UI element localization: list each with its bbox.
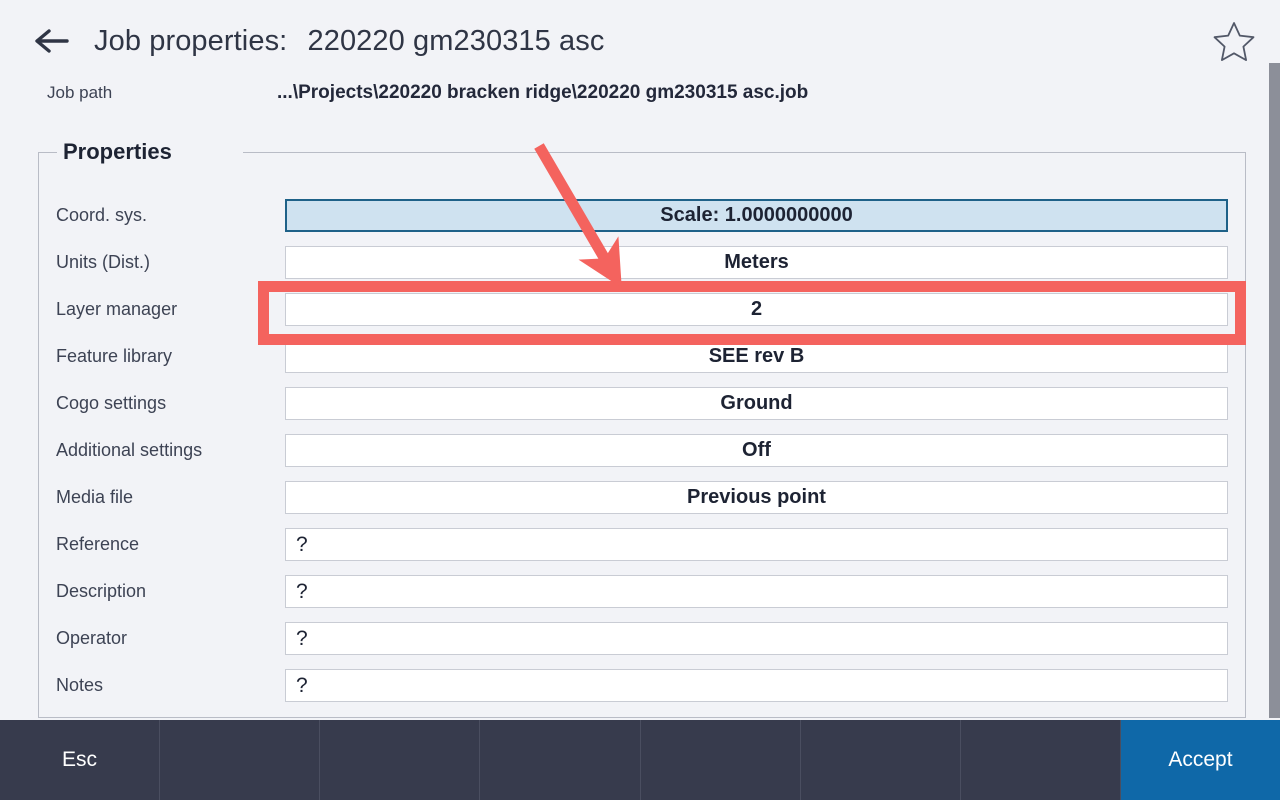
page-title-job-name: 220220 gm230315 asc <box>307 24 605 57</box>
property-value-field[interactable]: ? <box>285 528 1228 561</box>
property-value-field[interactable]: Previous point <box>285 481 1228 514</box>
job-path-label: Job path <box>47 83 113 102</box>
properties-group: Properties Coord. sys. Scale: 1.000000000… <box>38 137 1246 718</box>
toolbar-button-accept[interactable]: Accept <box>1120 720 1280 800</box>
toolbar-button-empty-5[interactable] <box>801 720 961 800</box>
property-row: Media file Previous point <box>39 474 1245 521</box>
toolbar-button-empty-3[interactable] <box>480 720 641 800</box>
toolbar-button-empty-4[interactable] <box>641 720 801 800</box>
property-row: Notes? <box>39 662 1245 709</box>
back-button[interactable] <box>30 18 76 64</box>
app-header: Job properties: 220220 gm230315 asc <box>0 0 1280 82</box>
property-value-field[interactable]: 2 <box>285 293 1228 326</box>
property-row: Units (Dist.) Meters <box>39 239 1245 286</box>
property-row: Operator? <box>39 615 1245 662</box>
property-label: Operator <box>56 628 128 648</box>
arrow-left-icon <box>35 29 69 53</box>
property-value-field[interactable]: Off <box>285 434 1228 467</box>
property-row: Reference? <box>39 521 1245 568</box>
page-title-prefix: Job properties: <box>94 24 288 57</box>
property-label: Units (Dist.) <box>56 252 150 272</box>
property-row: Layer manager 2 <box>39 286 1245 333</box>
job-path-row: Job path ...\Projects\220220 bracken rid… <box>0 82 1280 126</box>
favorite-button[interactable] <box>1210 17 1258 65</box>
vertical-scrollbar[interactable] <box>1269 63 1280 718</box>
toolbar-button-empty-1[interactable] <box>160 720 321 800</box>
star-outline-icon <box>1213 22 1255 61</box>
property-label: Cogo settings <box>56 393 167 413</box>
property-label: Layer manager <box>56 299 178 319</box>
property-value-field[interactable]: ? <box>285 669 1228 702</box>
property-label: Description <box>56 581 147 601</box>
property-label: Reference <box>56 534 140 554</box>
job-path-value: ...\Projects\220220 bracken ridge\220220… <box>277 82 809 103</box>
toolbar-button-empty-6[interactable] <box>961 720 1121 800</box>
property-value-field[interactable]: SEE rev B <box>285 340 1228 373</box>
property-row: Description? <box>39 568 1245 615</box>
property-value-field[interactable]: Meters <box>285 246 1228 279</box>
property-value-field[interactable]: Ground <box>285 387 1228 420</box>
property-label: Feature library <box>56 346 173 366</box>
property-row: Coord. sys. Scale: 1.0000000000 <box>39 192 1245 239</box>
property-value-field[interactable]: Scale: 1.0000000000 <box>285 199 1228 232</box>
toolbar-button-empty-2[interactable] <box>320 720 481 800</box>
property-value-field[interactable]: ? <box>285 622 1228 655</box>
property-value-field[interactable]: ? <box>285 575 1228 608</box>
property-row: Feature library SEE rev B <box>39 333 1245 380</box>
property-label: Additional settings <box>56 440 203 460</box>
properties-rows: Coord. sys. Scale: 1.0000000000 Units (Dis… <box>39 152 1245 709</box>
property-row: Cogo settings Ground <box>39 380 1245 427</box>
toolbar-button-esc[interactable]: Esc <box>0 720 161 800</box>
property-row: Additional settings Off <box>39 427 1245 474</box>
page-title: Job properties: 220220 gm230315 asc <box>94 25 604 58</box>
bottom-toolbar: Esc Accept <box>0 720 1280 800</box>
property-label: Media file <box>56 487 134 507</box>
property-label: Coord. sys. <box>56 205 148 225</box>
property-label: Notes <box>56 675 104 695</box>
